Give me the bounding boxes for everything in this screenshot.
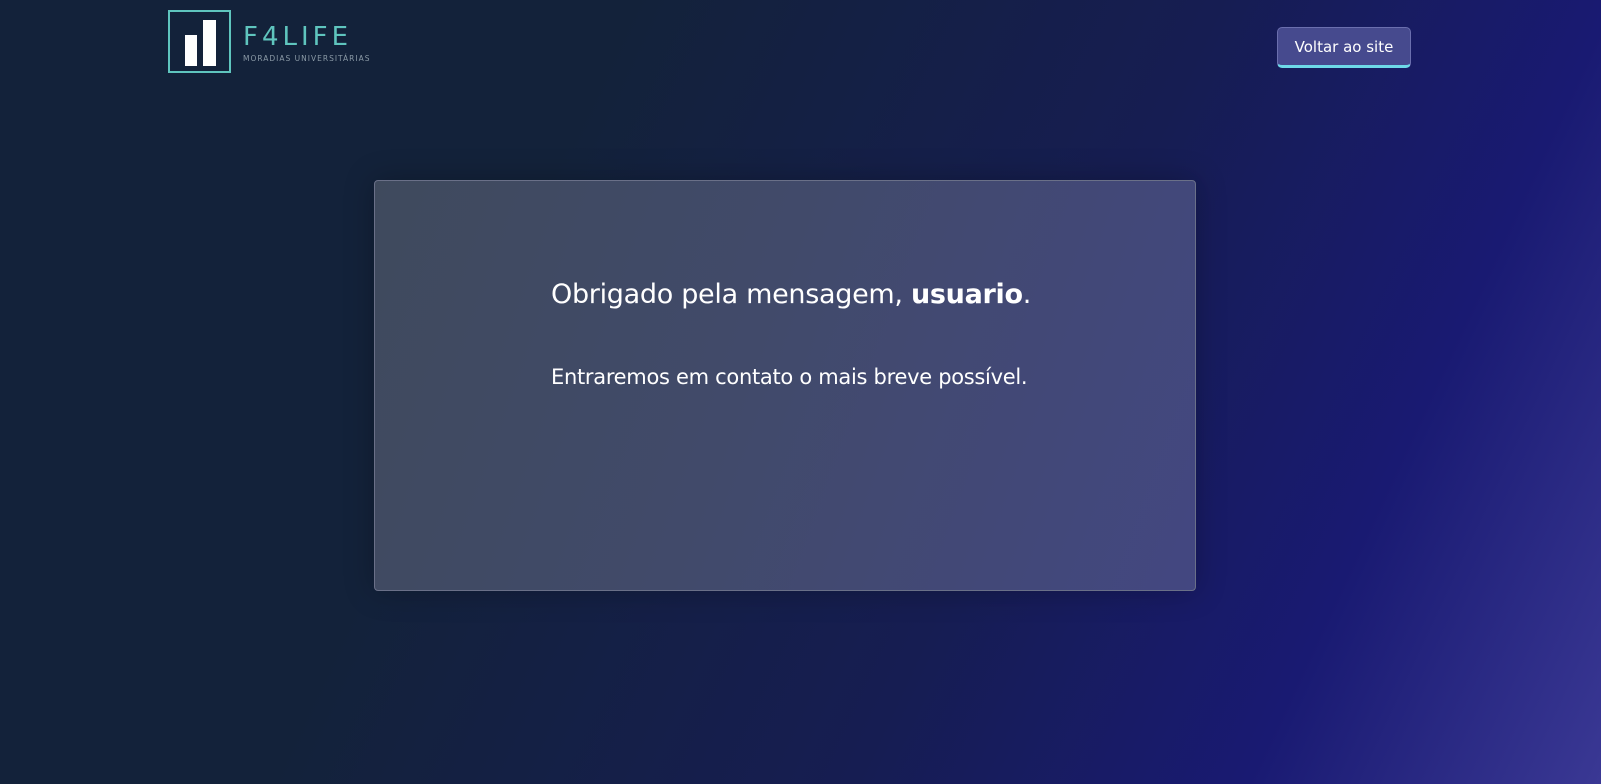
logo-subtitle: MORADIAS UNIVERSITÁRIAS	[243, 53, 371, 63]
logo-bar-tall	[203, 20, 216, 66]
confirmation-message: Entraremos em contato o mais breve possí…	[551, 365, 1028, 389]
confirmation-card: Obrigado pela mensagem, usuario. Entrare…	[374, 180, 1196, 591]
site-logo[interactable]: F4LIFE MORADIAS UNIVERSITÁRIAS	[168, 10, 370, 73]
logo-title: F4LIFE	[243, 21, 353, 52]
back-to-site-button[interactable]: Voltar ao site	[1277, 27, 1411, 68]
logo-bar-short	[185, 35, 197, 66]
logo-text: F4LIFE MORADIAS UNIVERSITÁRIAS	[243, 23, 370, 63]
user-name: usuario	[910, 279, 1023, 310]
thanks-suffix: .	[1022, 279, 1032, 310]
bar-chart-logo-icon	[168, 10, 231, 73]
thanks-prefix: Obrigado pela mensagem,	[551, 279, 911, 310]
thanks-heading: Obrigado pela mensagem, usuario.	[551, 279, 1031, 310]
